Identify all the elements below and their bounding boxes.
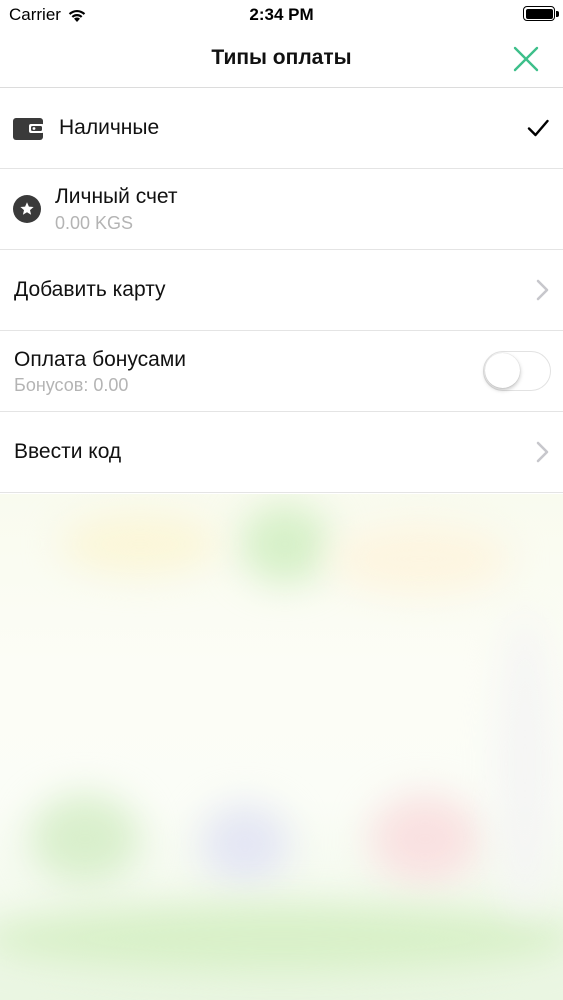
toggle-knob (485, 353, 520, 388)
page-title: Типы оплаты (211, 46, 352, 69)
blurred-background (0, 494, 563, 1000)
chevron-right-icon (536, 441, 549, 463)
payment-option-title: Ввести код (14, 440, 122, 463)
battery-icon (523, 6, 559, 21)
payment-type-list: Наличные Личный счет 0.00 KGS Добавить к… (0, 88, 563, 493)
payment-option-enter-code[interactable]: Ввести код (0, 412, 563, 493)
bonuses-toggle[interactable] (483, 351, 551, 391)
star-circle-icon (13, 195, 41, 228)
payment-option-title: Оплата бонусами (14, 348, 186, 371)
status-time: 2:34 PM (249, 5, 314, 24)
navigation-bar: Типы оплаты (0, 30, 563, 88)
checkmark-icon (527, 119, 549, 137)
chevron-right-icon (536, 279, 549, 301)
payment-option-add-card[interactable]: Добавить карту (0, 250, 563, 331)
wallet-icon (13, 116, 44, 145)
status-bar: Carrier 2:34 PM (0, 0, 563, 30)
payment-option-title: Наличные (59, 116, 160, 139)
payment-option-title: Личный счет (55, 185, 178, 208)
payment-option-bonuses: Оплата бонусами Бонусов: 0.00 (0, 331, 563, 412)
close-button[interactable] (509, 42, 543, 76)
payment-option-title: Добавить карту (14, 278, 166, 301)
bonus-balance: Бонусов: 0.00 (14, 375, 129, 395)
payment-option-personal-account[interactable]: Личный счет 0.00 KGS (0, 169, 563, 250)
screen: Carrier 2:34 PM Типы оплаты Наличные Лич… (0, 0, 563, 1000)
close-icon (513, 46, 539, 72)
payment-option-cash[interactable]: Наличные (0, 88, 563, 169)
account-balance: 0.00 KGS (55, 213, 134, 233)
